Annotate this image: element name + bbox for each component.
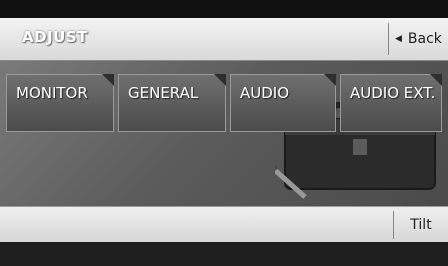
tab-audio-ext[interactable]: AUDIO EXT. [340,74,442,132]
tab-monitor-label: MONITOR [16,84,88,102]
bottom-bar: Tilt [0,206,448,243]
bottom-strip [0,242,448,266]
tilt-button[interactable]: Tilt [393,211,448,239]
top-strip [0,0,448,18]
tab-corner [324,74,336,86]
page-title: ADJUST [22,28,88,46]
tab-general[interactable]: GENERAL [118,74,226,132]
content-area: MONITOR GENERAL AUDIO AUDIO EXT. [0,61,448,207]
tab-audio-label: AUDIO [240,84,290,102]
header-bar: ADJUST ◀ Back [0,18,448,61]
tab-corner [214,74,226,86]
tab-audio-ext-label: AUDIO EXT. [350,84,436,102]
adjust-screen: ADJUST ◀ Back MONITOR GENERAL AUDIO AUDI… [0,0,448,266]
back-button[interactable]: ◀ Back [388,23,448,55]
tab-audio[interactable]: AUDIO [230,74,336,132]
tab-corner [430,74,442,86]
tab-row: MONITOR GENERAL AUDIO AUDIO EXT. [6,74,442,132]
tab-general-label: GENERAL [128,84,199,102]
back-arrow-icon: ◀ [395,34,402,44]
back-label: Back [407,31,442,47]
tab-corner [102,74,114,86]
tab-monitor[interactable]: MONITOR [6,74,114,132]
